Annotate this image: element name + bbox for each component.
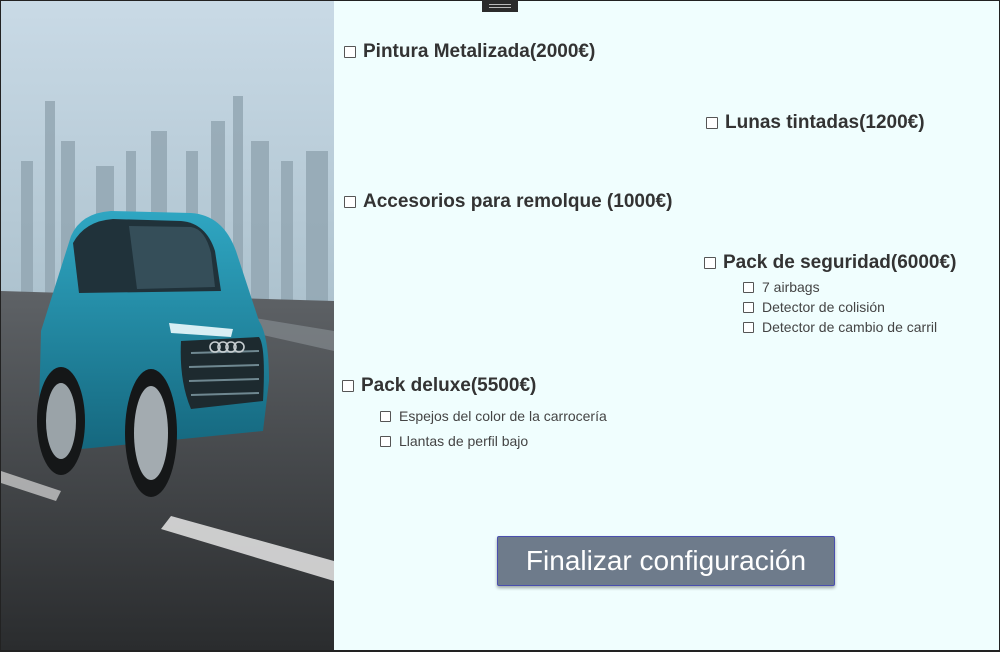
option-pintura-metalizada[interactable]: Pintura Metalizada(2000€) — [344, 41, 595, 63]
checkbox[interactable] — [743, 281, 754, 293]
checkbox[interactable] — [706, 117, 718, 129]
drag-handle-icon[interactable] — [482, 0, 518, 12]
checkbox[interactable] — [344, 196, 356, 208]
suboption-label: Espejos del color de la carrocería — [399, 408, 607, 424]
option-label: Pintura Metalizada(2000€) — [363, 41, 596, 62]
suboption-label: Detector de cambio de carril — [762, 319, 938, 335]
option-accesorios-remolque[interactable]: Accesorios para remolque (1000€) — [344, 191, 672, 213]
suboption-llantas-perfil-bajo[interactable]: Llantas de perfil bajo — [380, 433, 528, 449]
suboption-espejos-color[interactable]: Espejos del color de la carrocería — [380, 408, 607, 424]
suboption-label: Detector de colisión — [762, 299, 885, 315]
checkbox[interactable] — [344, 46, 356, 58]
suboption-detector-colision[interactable]: Detector de colisión — [743, 299, 885, 315]
option-label: Pack deluxe(5500€) — [361, 375, 537, 396]
checkbox[interactable] — [380, 435, 391, 447]
suboption-airbags[interactable]: 7 airbags — [743, 279, 820, 295]
suboption-detector-cambio-carril[interactable]: Detector de cambio de carril — [743, 319, 937, 335]
suboption-label: 7 airbags — [762, 279, 820, 295]
checkbox[interactable] — [380, 410, 391, 422]
checkbox[interactable] — [743, 301, 754, 313]
car-photo — [1, 1, 334, 650]
suboption-label: Llantas de perfil bajo — [399, 433, 529, 449]
option-label: Lunas tintadas(1200€) — [725, 112, 925, 133]
option-label: Accesorios para remolque (1000€) — [363, 191, 673, 212]
option-pack-deluxe[interactable]: Pack deluxe(5500€) — [342, 375, 536, 397]
option-label: Pack de seguridad(6000€) — [723, 252, 957, 273]
checkbox[interactable] — [743, 321, 754, 333]
checkbox[interactable] — [704, 257, 716, 269]
checkbox[interactable] — [342, 380, 354, 392]
option-lunas-tintadas[interactable]: Lunas tintadas(1200€) — [706, 112, 925, 134]
finalizar-configuracion-button[interactable]: Finalizar configuración — [497, 536, 835, 586]
option-pack-seguridad[interactable]: Pack de seguridad(6000€) — [704, 252, 956, 274]
